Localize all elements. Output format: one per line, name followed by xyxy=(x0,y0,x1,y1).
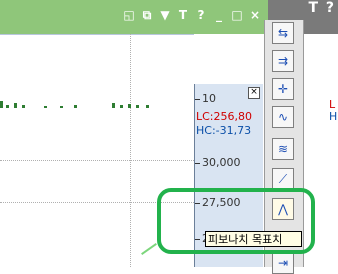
volume-bar xyxy=(120,105,123,108)
volume-bar xyxy=(74,105,77,108)
volume-bar xyxy=(14,103,17,108)
title-bar-icons: ◱ ⧉ ▼ T ? _ □ × xyxy=(122,8,262,22)
hc-readout: HC:-31,73 xyxy=(196,124,252,137)
volume-bar xyxy=(44,106,47,108)
help-icon[interactable]: ? xyxy=(194,8,208,22)
volume-bar xyxy=(128,104,131,108)
tool-tooltip: 피보나치 목표치 xyxy=(205,231,302,247)
text-icon[interactable]: T xyxy=(176,8,190,22)
maximize-icon[interactable]: □ xyxy=(230,8,244,22)
pin-icon[interactable]: ▼ xyxy=(158,8,172,22)
axis-tick-label: 30,000 xyxy=(195,156,241,169)
window-icon[interactable]: ◱ xyxy=(122,8,136,22)
title-bar: ◱ ⧉ ▼ T ? _ □ × xyxy=(0,0,268,34)
volume-bar xyxy=(136,105,139,108)
tool-glyph: ≋ xyxy=(277,142,289,156)
volume-bar xyxy=(60,106,63,108)
minimize-icon[interactable]: _ xyxy=(212,8,226,22)
trend-icon[interactable]: ⟋ xyxy=(272,168,294,190)
volume-bar xyxy=(0,101,3,108)
axis-tick-label: 10 xyxy=(195,92,216,105)
help-icon[interactable]: ? xyxy=(326,0,334,16)
grid-line-horizontal xyxy=(0,160,194,161)
tool-glyph: ∿ xyxy=(277,110,289,124)
hc-readout: H xyxy=(329,110,338,123)
tool-glyph: ✛ xyxy=(277,82,289,96)
tool-glyph: ⇆ xyxy=(277,26,289,40)
channel-icon[interactable]: ≋ xyxy=(272,138,294,160)
restore-icon[interactable]: ⧉ xyxy=(140,8,154,22)
volume-bars xyxy=(0,98,160,108)
tool-glyph: ⇉ xyxy=(277,54,289,68)
volume-bar xyxy=(146,105,149,108)
volume-bar xyxy=(22,105,25,108)
close-icon[interactable]: × xyxy=(248,8,262,22)
close-icon[interactable]: × xyxy=(248,87,260,99)
zigzag-icon[interactable]: ∿ xyxy=(272,106,294,128)
tool-glyph: ⇥ xyxy=(277,256,289,270)
crosshair-icon[interactable]: ✛ xyxy=(272,78,294,100)
volume-bar xyxy=(6,105,9,108)
volume-bar xyxy=(112,103,115,108)
grid-line-vertical xyxy=(130,34,131,267)
lc-readout: LC:256,80 xyxy=(196,110,253,123)
tool-glyph: ⟋ xyxy=(278,171,288,186)
compare-icon[interactable]: ⇉ xyxy=(272,50,294,72)
swap-icon[interactable]: ⇆ xyxy=(272,22,294,44)
text-icon[interactable]: T xyxy=(308,0,318,16)
next-icon[interactable]: ⇥ xyxy=(272,252,294,274)
